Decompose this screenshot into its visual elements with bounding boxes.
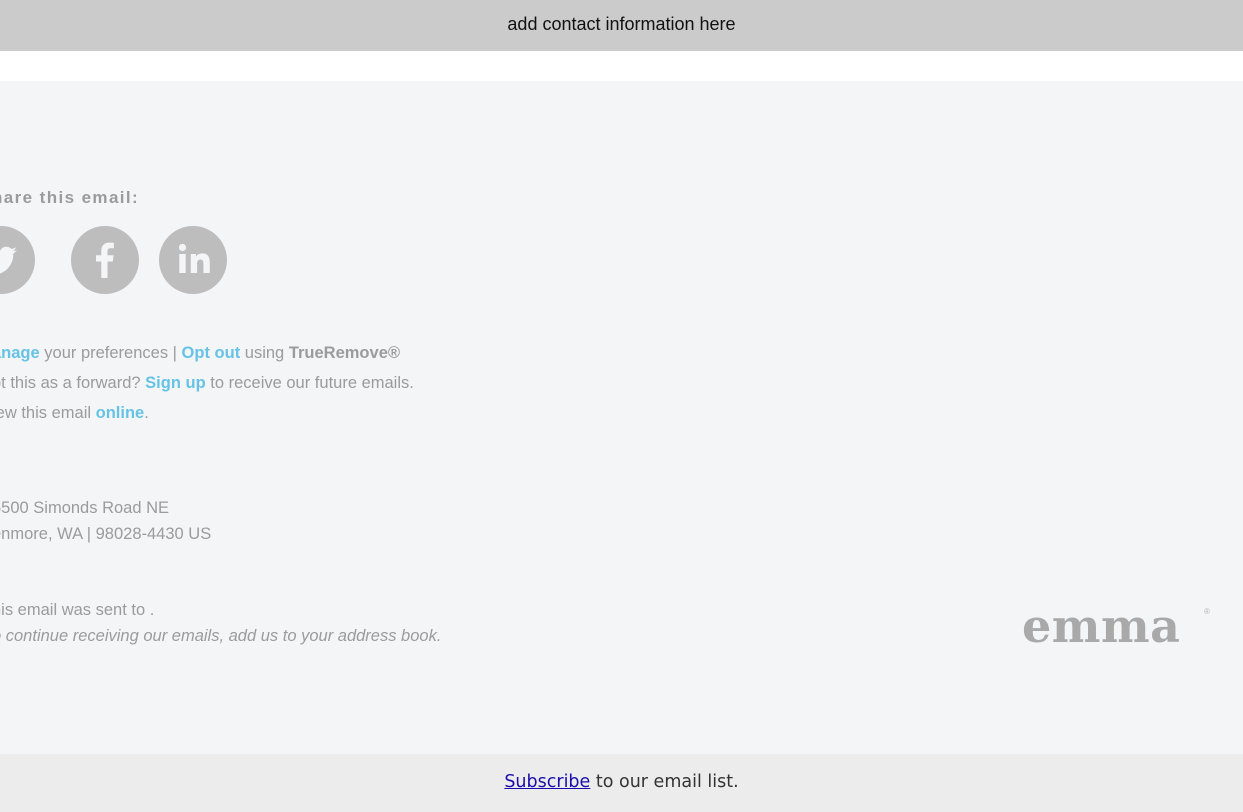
mailing-address: 5500 Simonds Road NE enmore, WA | 98028-… xyxy=(0,495,211,547)
subscribe-suffix: to our email list. xyxy=(590,772,739,792)
preferences-row: anage your preferences | Opt out using T… xyxy=(0,338,414,368)
address-line-2: enmore, WA | 98028-4430 US xyxy=(0,525,212,543)
preferences-text: your preferences | xyxy=(39,344,182,362)
subscribe-text: Subscribe to our email list. xyxy=(504,772,738,792)
opt-out-link[interactable]: Opt out xyxy=(182,344,241,362)
address-book-period: . xyxy=(436,627,442,645)
share-heading: hare this email: xyxy=(0,188,140,207)
emma-logo[interactable]: emma ® xyxy=(1022,603,1212,663)
preference-links: anage your preferences | Opt out using T… xyxy=(0,338,414,428)
contact-info-text: add contact information here xyxy=(507,14,736,34)
forward-row: ot this as a forward? Sign up to receive… xyxy=(0,368,414,398)
address-book-line: o continue receiving our emails, add us … xyxy=(0,623,441,649)
email-footer: hare this email: nage your preferences |… xyxy=(0,81,1243,754)
sent-to-line: his email was sent to . xyxy=(0,601,155,619)
contact-info-bar: add contact information here xyxy=(0,0,1243,51)
sent-to-info: his email was sent to . o continue recei… xyxy=(0,597,441,649)
manage-preferences-link[interactable]: anage xyxy=(0,344,40,362)
subscribe-link[interactable]: Subscribe xyxy=(504,772,590,792)
view-online-row: iew this email online. xyxy=(0,398,414,428)
forward-text: ot this as a forward? xyxy=(0,374,146,392)
sign-up-link[interactable]: Sign up xyxy=(145,374,206,392)
using-text: using xyxy=(240,344,289,362)
linkedin-icon[interactable] xyxy=(159,226,227,294)
trueremove-label: TrueRemove® xyxy=(288,344,401,362)
address-line-1: 5500 Simonds Road NE xyxy=(0,499,170,517)
facebook-icon[interactable] xyxy=(71,226,139,294)
future-emails-text: to receive our future emails. xyxy=(205,374,414,392)
subscribe-bar: Subscribe to our email list. xyxy=(0,754,1243,812)
view-email-text: iew this email xyxy=(0,404,96,422)
emma-logo-text: emma xyxy=(1022,599,1181,653)
registered-mark: ® xyxy=(1204,607,1210,616)
address-book-link[interactable]: o continue receiving our emails, add us … xyxy=(0,627,437,645)
twitter-icon[interactable] xyxy=(0,226,35,294)
period-text: . xyxy=(144,404,149,422)
view-online-link[interactable]: online xyxy=(96,404,145,422)
